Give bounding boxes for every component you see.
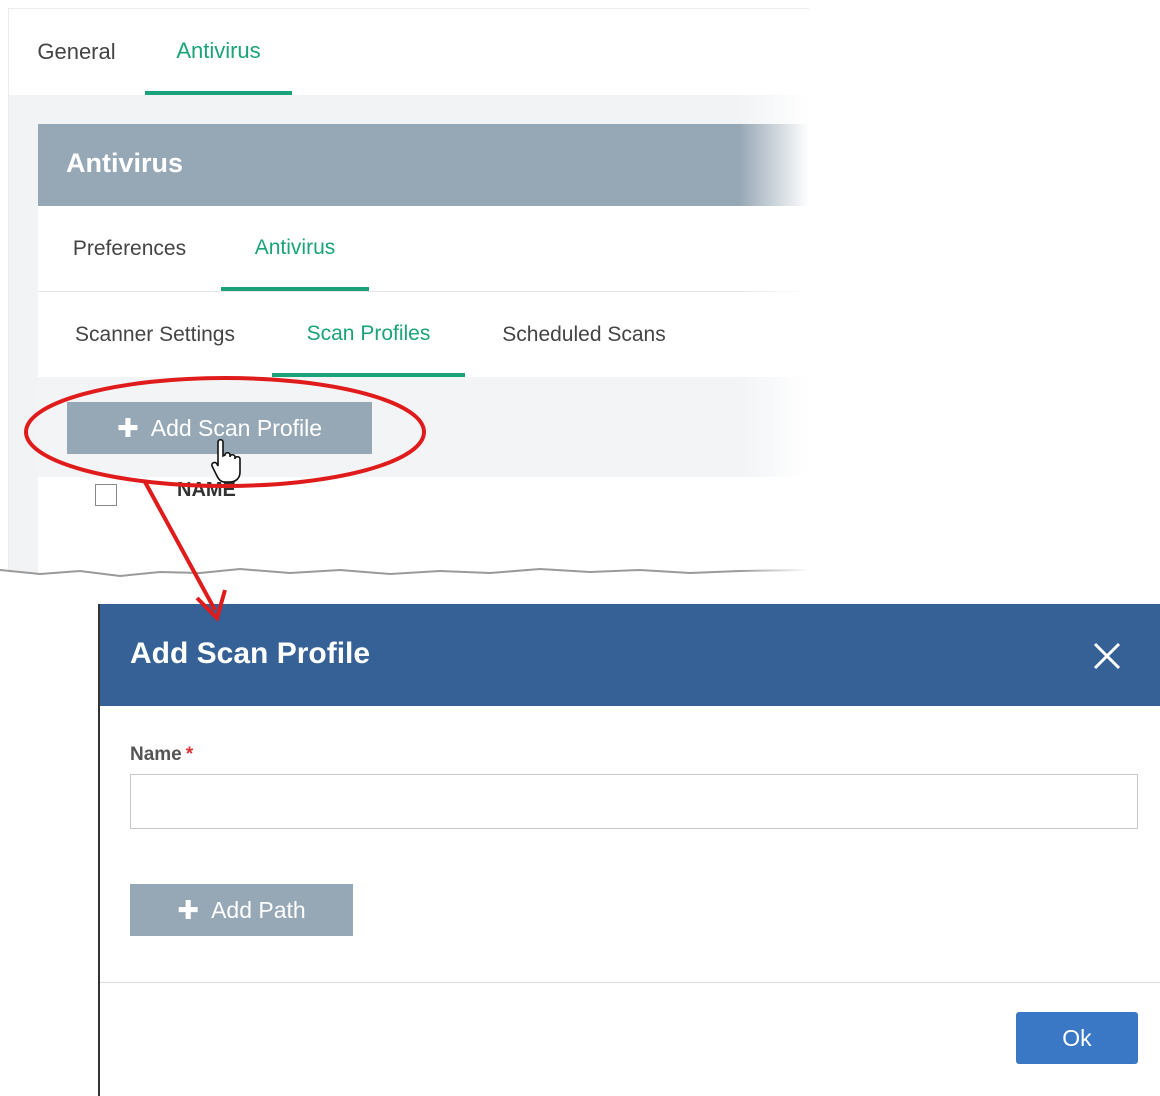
plus-icon: ✚ bbox=[116, 412, 139, 443]
required-marker: * bbox=[185, 744, 194, 765]
torn-edge-divider bbox=[0, 567, 808, 586]
antivirus-settings-block: Preferences Antivirus Scanner Settings S… bbox=[38, 206, 809, 579]
antivirus-inner-tabs: Scanner Settings Scan Profiles Scheduled… bbox=[38, 292, 809, 378]
select-all-checkbox[interactable] bbox=[95, 484, 117, 506]
section-header: Antivirus bbox=[38, 124, 809, 206]
subtab-antivirus[interactable]: Antivirus bbox=[221, 206, 369, 291]
dialog-footer-divider bbox=[100, 982, 1160, 983]
tab-scan-profiles[interactable]: Scan Profiles bbox=[272, 292, 465, 377]
section-title: Antivirus bbox=[66, 148, 184, 178]
close-icon[interactable] bbox=[1092, 641, 1122, 671]
ok-button[interactable]: Ok bbox=[1016, 1012, 1138, 1064]
add-scan-profile-dialog: Add Scan Profile Name * ✚ Add Path Ok bbox=[98, 604, 1160, 1096]
name-label-text: Name bbox=[130, 744, 182, 765]
add-path-label: Add Path bbox=[211, 896, 306, 923]
content-area: Antivirus Preferences Antivirus Scanner … bbox=[9, 95, 809, 579]
settings-subtabs: Preferences Antivirus bbox=[38, 206, 809, 292]
subtab-preferences[interactable]: Preferences bbox=[38, 206, 221, 291]
column-header-name[interactable]: NAME bbox=[177, 479, 236, 502]
name-field-label: Name * bbox=[130, 744, 193, 766]
tab-scheduled-scans[interactable]: Scheduled Scans bbox=[478, 292, 690, 377]
tab-antivirus[interactable]: Antivirus bbox=[145, 9, 292, 95]
dialog-title: Add Scan Profile bbox=[130, 637, 371, 670]
add-path-button[interactable]: ✚ Add Path bbox=[130, 884, 353, 936]
name-input[interactable] bbox=[130, 774, 1138, 829]
settings-panel: General Antivirus Antivirus Preferences … bbox=[8, 8, 809, 579]
tab-general[interactable]: General bbox=[9, 9, 144, 95]
tab-scanner-settings[interactable]: Scanner Settings bbox=[38, 292, 272, 377]
table-header-row: NAME bbox=[38, 471, 809, 531]
add-scan-profile-label: Add Scan Profile bbox=[150, 414, 323, 441]
plus-icon: ✚ bbox=[177, 894, 200, 925]
main-tabbar: General Antivirus bbox=[9, 9, 809, 95]
add-scan-profile-button[interactable]: ✚ Add Scan Profile bbox=[67, 402, 372, 454]
dialog-header: Add Scan Profile bbox=[100, 604, 1160, 706]
profiles-toolbar: ✚ Add Scan Profile bbox=[38, 377, 809, 477]
